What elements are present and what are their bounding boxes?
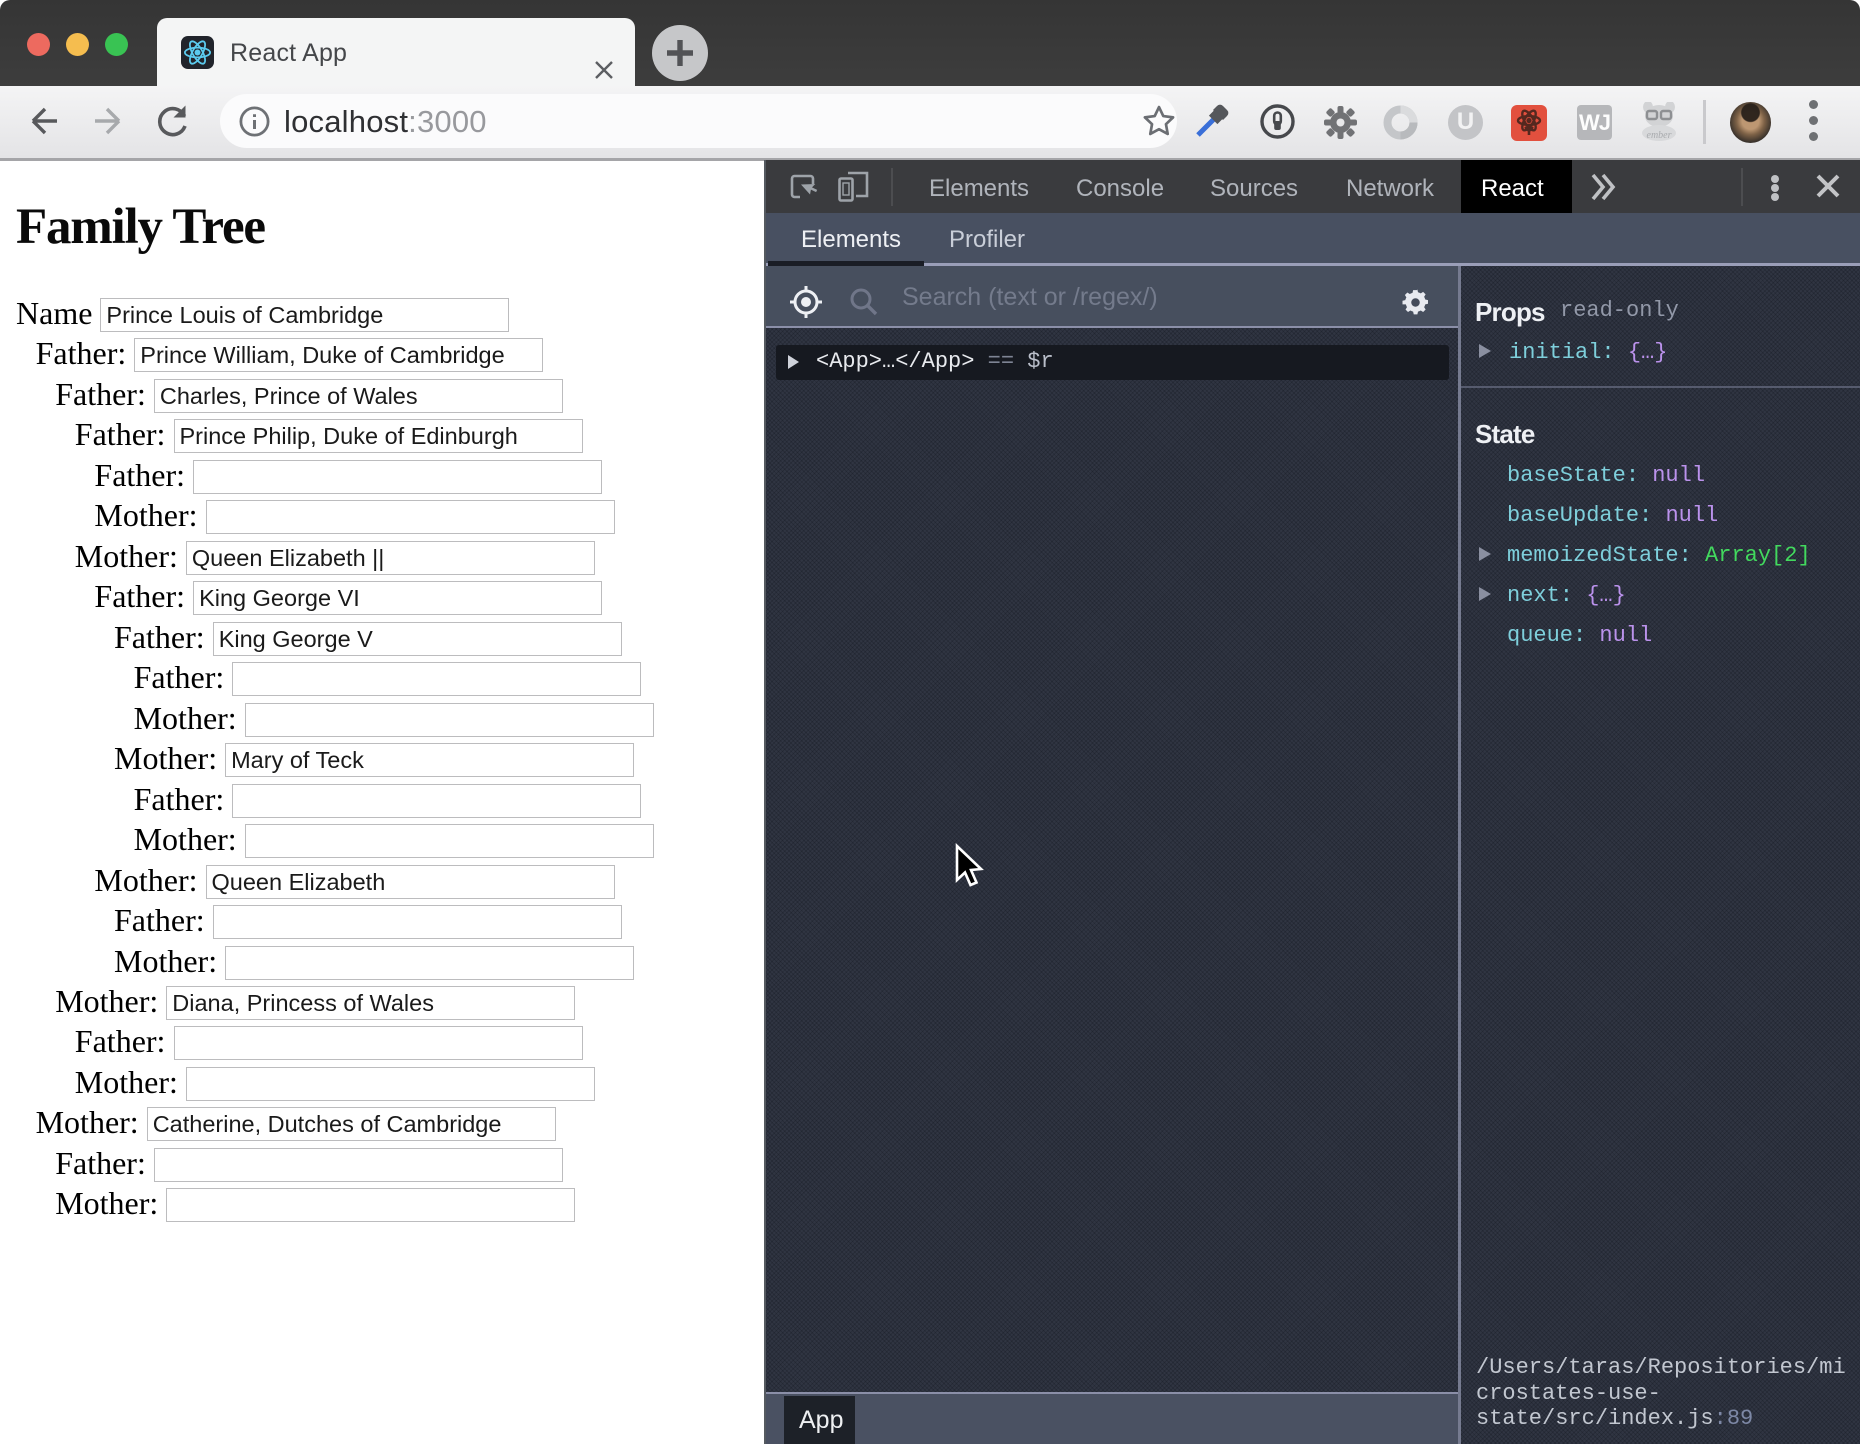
svg-text:ember: ember (1647, 130, 1672, 141)
